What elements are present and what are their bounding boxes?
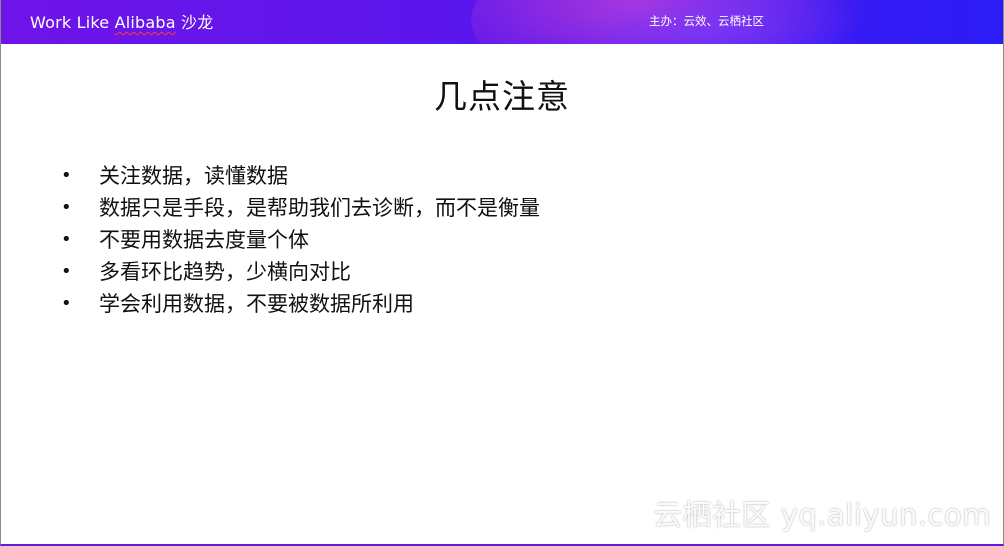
bullet-text: 学会利用数据，不要被数据所利用: [99, 292, 414, 316]
brand-word: Alibaba: [114, 13, 176, 32]
brand-suffix: 沙龙: [175, 13, 214, 32]
bullet-dot: •: [61, 197, 72, 218]
bullet-text: 不要用数据去度量个体: [99, 228, 309, 252]
bullet-dot: •: [61, 293, 72, 314]
slide-header-banner: Work Like Alibaba 沙龙 主办：云效、云栖社区: [1, 0, 1003, 44]
bullet-dot: •: [61, 229, 72, 250]
bullet-item: • 多看环比趋势，少横向对比: [61, 256, 540, 288]
watermark: 云栖社区 yq.aliyun.com: [653, 498, 991, 532]
bullet-item: • 不要用数据去度量个体: [61, 224, 540, 256]
sponsor-text: 主办：云效、云栖社区: [649, 14, 764, 28]
bullet-text: 多看环比趋势，少横向对比: [99, 260, 351, 284]
bullet-item: • 学会利用数据，不要被数据所利用: [61, 288, 540, 320]
presentation-slide: Work Like Alibaba 沙龙 主办：云效、云栖社区 几点注意 • 关注…: [0, 0, 1004, 546]
bullet-dot: •: [61, 165, 72, 186]
bullet-text: 数据只是手段，是帮助我们去诊断，而不是衡量: [99, 196, 540, 220]
event-brand-title: Work Like Alibaba 沙龙: [30, 9, 213, 33]
bullet-dot: •: [61, 261, 72, 282]
bullet-item: • 关注数据，读懂数据: [61, 160, 540, 192]
bullet-list: • 关注数据，读懂数据 • 数据只是手段，是帮助我们去诊断，而不是衡量 • 不要用数据…: [61, 160, 540, 320]
slide-title: 几点注意: [434, 77, 570, 116]
bullet-item: • 数据只是手段，是帮助我们去诊断，而不是衡量: [61, 192, 540, 224]
bullet-text: 关注数据，读懂数据: [99, 164, 288, 188]
brand-prefix: Work Like: [30, 13, 115, 32]
